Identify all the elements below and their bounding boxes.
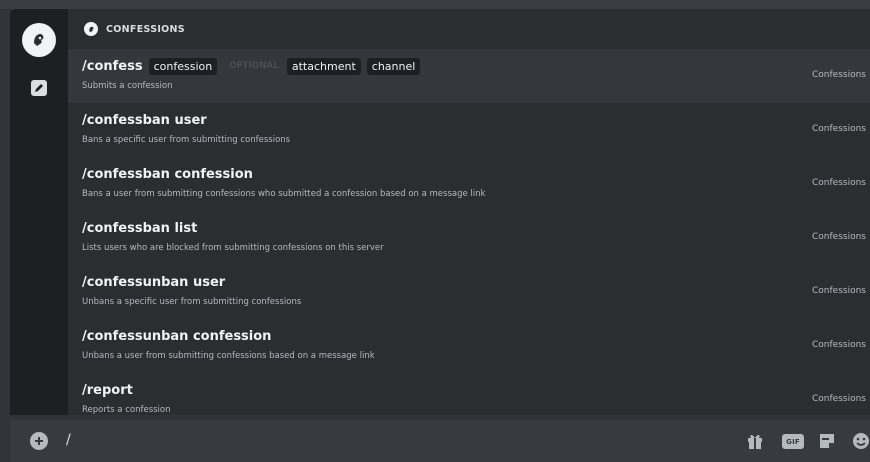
command-signature: /confessunban user xyxy=(82,272,225,292)
command-item[interactable]: /confessban user Bans a specific user fro… xyxy=(68,103,870,157)
sticker-icon[interactable] xyxy=(818,432,836,450)
command-description: Lists users who are blocked from submitt… xyxy=(82,243,384,253)
command-item[interactable]: /confessunban confession Unbans a user fr… xyxy=(68,319,870,373)
command-signature: /confessban user xyxy=(82,110,207,130)
command-item[interactable]: /confessban confession Bans a user from s… xyxy=(68,157,870,211)
command-name: /confessban confession xyxy=(82,166,253,182)
optional-label: OPTIONAL xyxy=(229,61,279,71)
confessions-app-icon[interactable] xyxy=(22,23,56,57)
section-icon-glyph xyxy=(88,26,93,32)
emoji-icon[interactable] xyxy=(852,432,870,450)
pencil-icon-glyph xyxy=(35,84,43,92)
command-description: Reports a confession xyxy=(82,405,171,415)
section-title: CONFESSIONS xyxy=(106,23,185,35)
command-name: /confessunban user xyxy=(82,274,226,290)
app-rail xyxy=(10,9,68,415)
command-source: Confessions xyxy=(812,286,866,296)
command-name: /confessban user xyxy=(82,112,207,128)
command-description: Unbans a specific user from submitting c… xyxy=(82,297,302,307)
command-signature: /confess confession OPTIONAL attachment chan… xyxy=(82,56,421,76)
confessions-app-icon-glyph xyxy=(34,34,44,46)
section-header: CONFESSIONS xyxy=(68,9,870,49)
command-name: /report xyxy=(82,382,133,398)
plus-circle-icon[interactable] xyxy=(30,432,48,450)
command-item[interactable]: /confess confession OPTIONAL attachment chan… xyxy=(68,49,870,103)
command-signature: /confessban list xyxy=(82,218,197,238)
pencil-icon[interactable] xyxy=(31,80,47,96)
command-description: Bans a specific user from submitting con… xyxy=(82,135,291,145)
command-source: Confessions xyxy=(812,70,866,80)
command-autocomplete-popup: CONFESSIONS /confess confession OPTIONAL at… xyxy=(10,9,870,415)
command-description: Bans a user from submitting confessions … xyxy=(82,189,486,199)
message-input[interactable]: / xyxy=(66,432,71,448)
command-description: Unbans a user from submitting confession… xyxy=(82,351,375,361)
emoji-glyph xyxy=(853,433,869,449)
command-rows: /confess confession OPTIONAL attachment chan… xyxy=(68,49,870,415)
command-name: /confess xyxy=(82,58,143,74)
sticker-glyph xyxy=(820,434,834,448)
gift-glyph xyxy=(748,434,762,449)
command-item[interactable]: /confessunban user Unbans a specific user… xyxy=(68,265,870,319)
command-source: Confessions xyxy=(812,232,866,242)
command-option-chip: confession xyxy=(148,57,218,75)
command-optional-option-chip: channel xyxy=(366,57,421,75)
command-optional-option-chip: attachment xyxy=(286,57,361,75)
command-item[interactable]: /report Reports a confession Confessions xyxy=(68,373,870,416)
command-name: /confessban list xyxy=(82,220,198,236)
command-source: Confessions xyxy=(812,394,866,404)
command-description: Submits a confession xyxy=(82,81,173,91)
command-item[interactable]: /confessban list Lists users who are bloc… xyxy=(68,211,870,265)
top-strip xyxy=(0,0,870,9)
command-signature: /confessunban confession xyxy=(82,326,271,346)
plus-glyph xyxy=(35,437,43,445)
message-input-bar: / GIF xyxy=(10,420,870,462)
command-name: /confessunban confession xyxy=(82,328,272,344)
command-signature: /confessban confession xyxy=(82,164,253,184)
command-source: Confessions xyxy=(812,124,866,134)
command-source: Confessions xyxy=(812,340,866,350)
gif-label: GIF xyxy=(786,437,800,446)
command-list: CONFESSIONS /confess confession OPTIONAL at… xyxy=(68,9,870,415)
gift-icon[interactable] xyxy=(746,432,764,450)
command-source: Confessions xyxy=(812,178,866,188)
gif-button[interactable]: GIF xyxy=(782,434,804,449)
command-signature: /report xyxy=(82,380,133,400)
confessions-app-icon xyxy=(84,22,98,36)
